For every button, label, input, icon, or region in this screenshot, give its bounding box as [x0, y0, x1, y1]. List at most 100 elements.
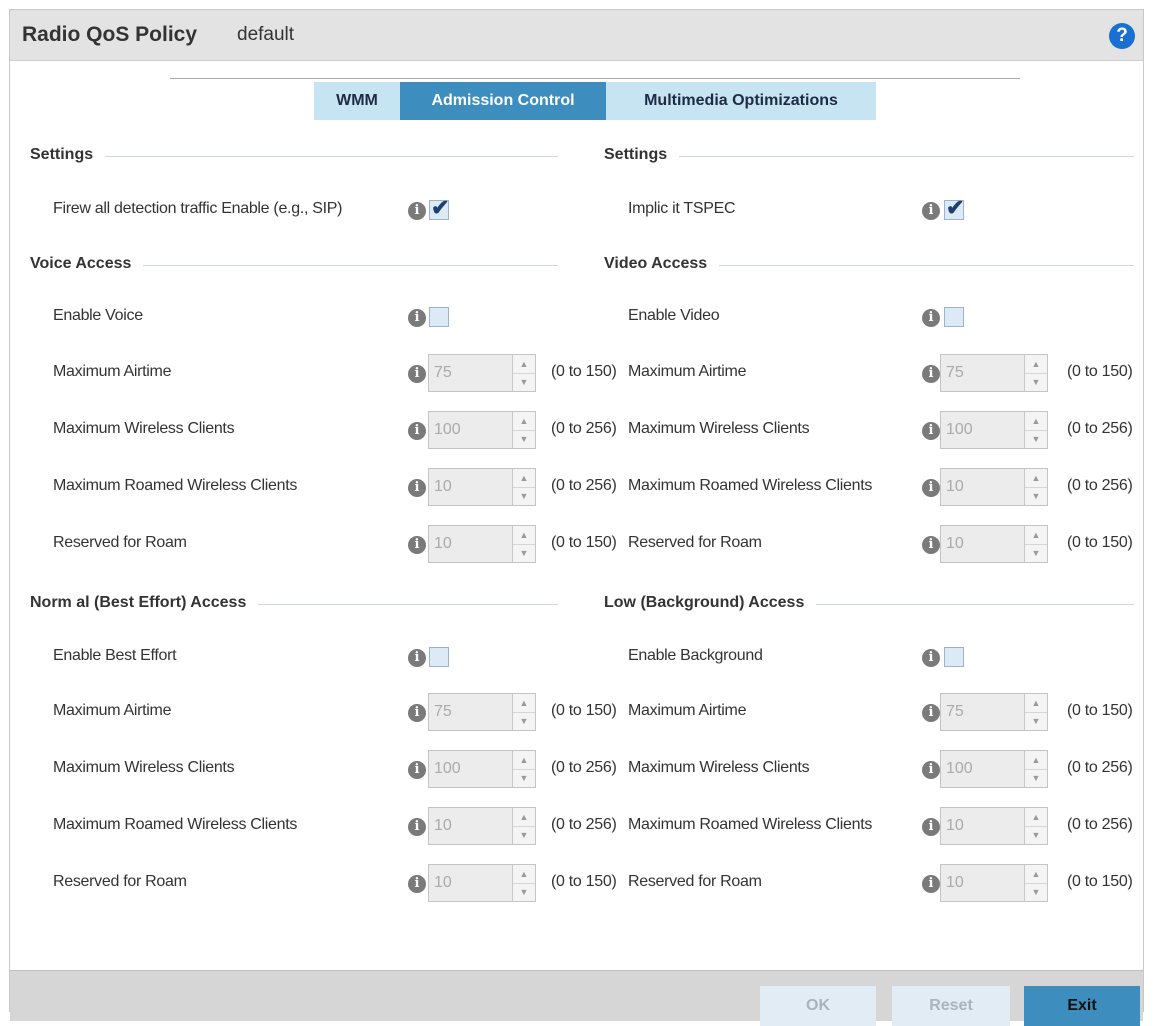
spin-up-icon[interactable]: ▲ — [513, 412, 535, 431]
spin-down-icon[interactable]: ▼ — [513, 373, 535, 391]
spin-up-icon[interactable]: ▲ — [1025, 865, 1047, 884]
spin-down-icon[interactable]: ▼ — [513, 712, 535, 730]
field-label: Maximum Wireless Clients — [53, 759, 235, 776]
section-title: Settings — [604, 146, 668, 163]
info-icon[interactable]: i — [408, 309, 426, 327]
section-divider — [679, 156, 1134, 157]
info-icon[interactable]: i — [922, 818, 940, 836]
section-divider — [816, 604, 1134, 605]
spin-down-icon[interactable]: ▼ — [1025, 487, 1047, 505]
value-spinner[interactable]: 10 ▲ ▼ — [428, 525, 536, 563]
value-spinner[interactable]: 75 ▲ ▼ — [940, 354, 1048, 392]
spinner-value: 100 — [434, 421, 461, 438]
spin-up-icon[interactable]: ▲ — [513, 694, 535, 713]
spin-up-icon[interactable]: ▲ — [513, 808, 535, 827]
value-spinner[interactable]: 10 ▲ ▼ — [940, 864, 1048, 902]
spin-down-icon[interactable]: ▼ — [1025, 712, 1047, 730]
spin-up-icon[interactable]: ▲ — [1025, 412, 1047, 431]
spinner-buttons: ▲ ▼ — [512, 412, 535, 448]
value-spinner[interactable]: 10 ▲ ▼ — [428, 468, 536, 506]
help-icon[interactable]: ? — [1109, 23, 1135, 49]
info-icon[interactable]: i — [922, 365, 940, 383]
info-icon[interactable]: i — [408, 875, 426, 893]
tab-admission-control[interactable]: Admission Control — [400, 82, 606, 120]
spin-up-icon[interactable]: ▲ — [513, 865, 535, 884]
spin-down-icon[interactable]: ▼ — [1025, 430, 1047, 448]
value-spinner[interactable]: 100 ▲ ▼ — [940, 411, 1048, 449]
field-label: Maximum Airtime — [53, 363, 172, 380]
info-icon[interactable]: i — [408, 422, 426, 440]
info-icon[interactable]: i — [408, 704, 426, 722]
spin-up-icon[interactable]: ▲ — [1025, 694, 1047, 713]
spin-down-icon[interactable]: ▼ — [1025, 826, 1047, 844]
info-icon[interactable]: i — [408, 536, 426, 554]
spin-up-icon[interactable]: ▲ — [513, 526, 535, 545]
spin-down-icon[interactable]: ▼ — [1025, 769, 1047, 787]
value-spinner[interactable]: 10 ▲ ▼ — [428, 864, 536, 902]
spin-down-icon[interactable]: ▼ — [513, 544, 535, 562]
tab-wmm[interactable]: WMM — [314, 82, 400, 120]
spin-down-icon[interactable]: ▼ — [1025, 373, 1047, 391]
value-spinner[interactable]: 75 ▲ ▼ — [940, 693, 1048, 731]
spinner-buttons: ▲ ▼ — [1024, 526, 1047, 562]
range-hint: (0 to 150) — [551, 702, 617, 719]
info-icon[interactable]: i — [408, 649, 426, 667]
info-icon[interactable]: i — [922, 536, 940, 554]
info-icon[interactable]: i — [922, 309, 940, 327]
value-spinner[interactable]: 75 ▲ ▼ — [428, 693, 536, 731]
field-label: Maximum Airtime — [628, 702, 747, 719]
info-icon[interactable]: i — [922, 761, 940, 779]
value-spinner[interactable]: 10 ▲ ▼ — [940, 468, 1048, 506]
info-icon[interactable]: i — [408, 479, 426, 497]
spin-up-icon[interactable]: ▲ — [1025, 808, 1047, 827]
spin-down-icon[interactable]: ▼ — [513, 826, 535, 844]
exit-button[interactable]: Exit — [1024, 986, 1140, 1026]
spinner-value: 10 — [946, 535, 964, 552]
value-spinner[interactable]: 100 ▲ ▼ — [940, 750, 1048, 788]
enable-checkbox[interactable] — [429, 647, 449, 667]
ok-button[interactable]: OK — [760, 986, 876, 1026]
dialog: Radio QoS Policy default ? WMM Admission… — [9, 9, 1144, 1026]
info-icon[interactable]: i — [408, 365, 426, 383]
spin-up-icon[interactable]: ▲ — [513, 751, 535, 770]
enable-checkbox[interactable] — [429, 307, 449, 327]
info-icon[interactable]: i — [922, 202, 940, 220]
spin-up-icon[interactable]: ▲ — [1025, 469, 1047, 488]
info-icon[interactable]: i — [922, 649, 940, 667]
spin-up-icon[interactable]: ▲ — [1025, 751, 1047, 770]
enable-label: Enable Video — [628, 307, 720, 324]
value-spinner[interactable]: 75 ▲ ▼ — [428, 354, 536, 392]
value-spinner[interactable]: 10 ▲ ▼ — [940, 807, 1048, 845]
spin-down-icon[interactable]: ▼ — [1025, 544, 1047, 562]
reset-button[interactable]: Reset — [892, 986, 1010, 1026]
spin-down-icon[interactable]: ▼ — [513, 769, 535, 787]
spinner-buttons: ▲ ▼ — [512, 526, 535, 562]
spin-down-icon[interactable]: ▼ — [1025, 883, 1047, 901]
spin-up-icon[interactable]: ▲ — [1025, 526, 1047, 545]
value-spinner[interactable]: 10 ▲ ▼ — [940, 525, 1048, 563]
spin-up-icon[interactable]: ▲ — [513, 469, 535, 488]
info-icon[interactable]: i — [408, 202, 426, 220]
spin-down-icon[interactable]: ▼ — [513, 430, 535, 448]
info-icon[interactable]: i — [408, 761, 426, 779]
enable-checkbox[interactable] — [944, 647, 964, 667]
field-label: Maximum Roamed Wireless Clients — [53, 477, 298, 494]
tab-multimedia-optimizations[interactable]: Multimedia Optimizations — [606, 82, 876, 120]
value-spinner[interactable]: 100 ▲ ▼ — [428, 750, 536, 788]
value-spinner[interactable]: 10 ▲ ▼ — [428, 807, 536, 845]
enable-checkbox[interactable] — [944, 307, 964, 327]
spin-up-icon[interactable]: ▲ — [1025, 355, 1047, 374]
spin-down-icon[interactable]: ▼ — [513, 883, 535, 901]
spin-down-icon[interactable]: ▼ — [513, 487, 535, 505]
info-icon[interactable]: i — [922, 479, 940, 497]
info-icon[interactable]: i — [408, 818, 426, 836]
info-icon[interactable]: i — [922, 704, 940, 722]
value-spinner[interactable]: 100 ▲ ▼ — [428, 411, 536, 449]
info-icon[interactable]: i — [922, 875, 940, 893]
spinner-buttons: ▲ ▼ — [1024, 751, 1047, 787]
info-icon[interactable]: i — [922, 422, 940, 440]
implicit-tspec-checkbox[interactable]: ✔ — [944, 195, 964, 220]
spin-up-icon[interactable]: ▲ — [513, 355, 535, 374]
section-title: Low (Background) Access — [604, 594, 805, 611]
firewall-detection-checkbox[interactable]: ✔ — [429, 195, 449, 220]
